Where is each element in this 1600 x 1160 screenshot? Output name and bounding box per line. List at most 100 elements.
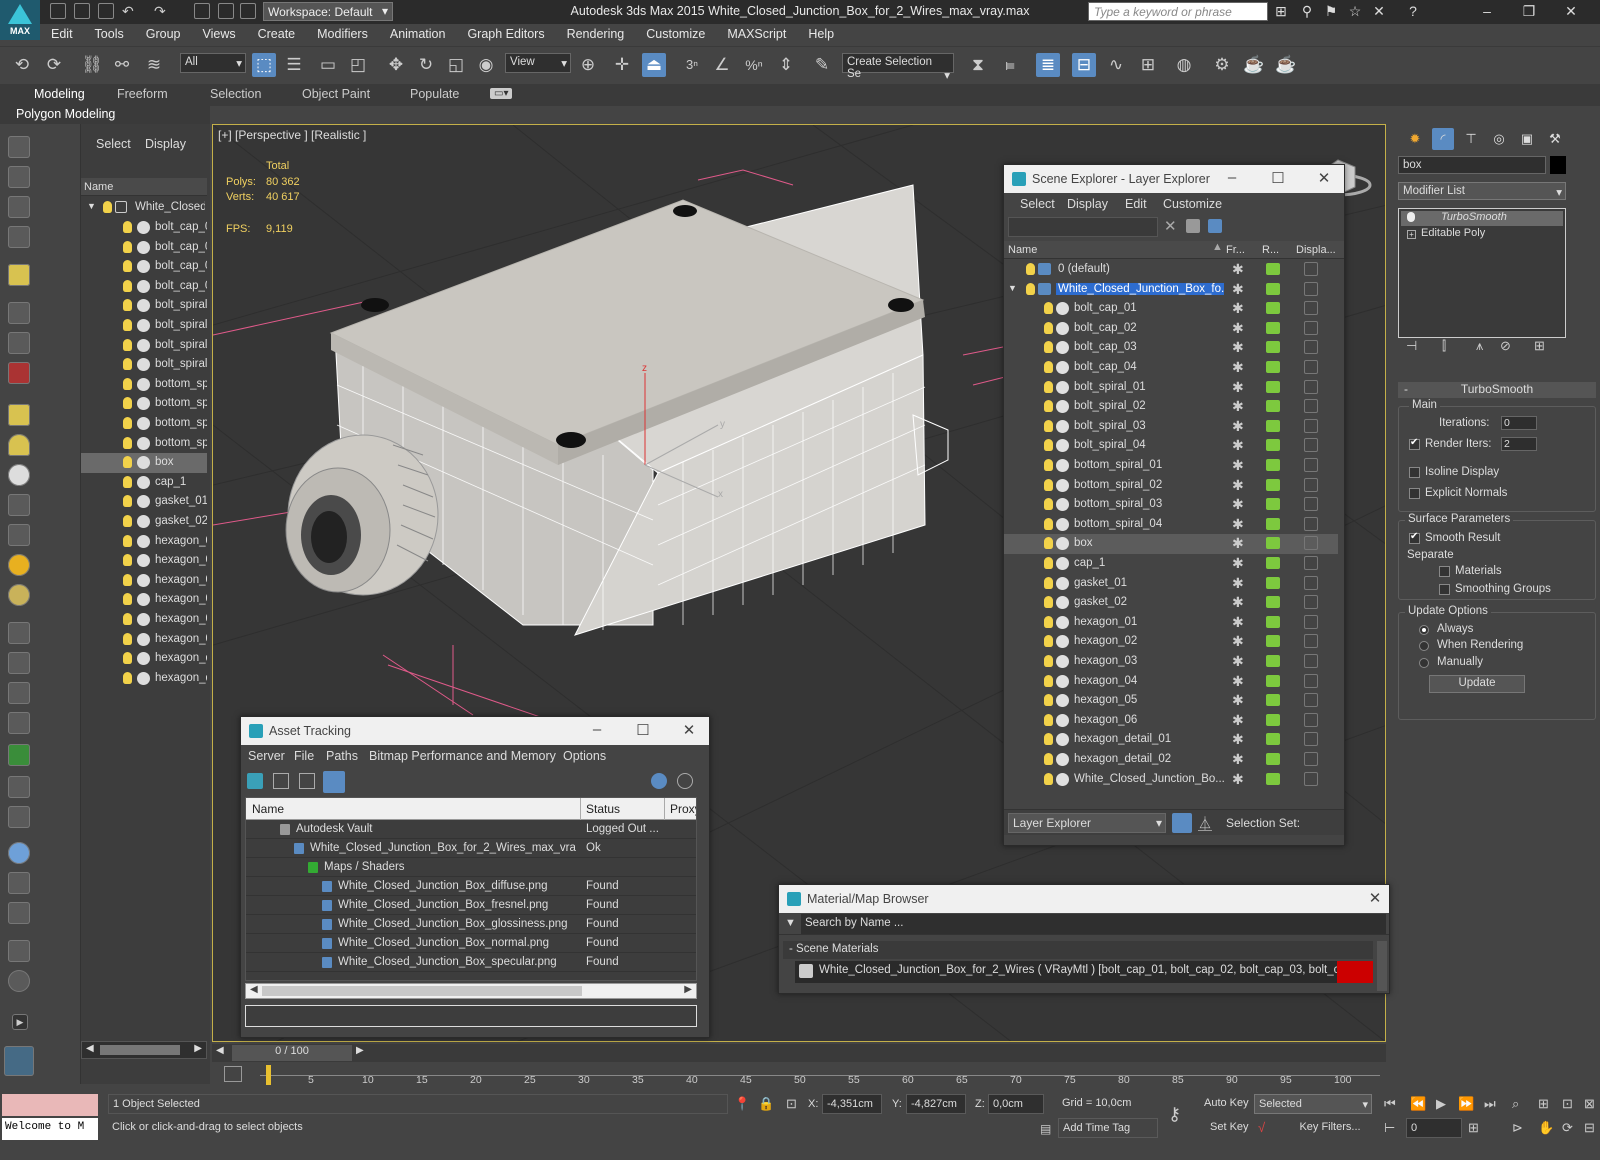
bulb-icon[interactable] bbox=[1044, 537, 1053, 550]
create-tab-icon[interactable]: ✹ bbox=[1404, 128, 1426, 150]
bulb-icon[interactable] bbox=[1044, 439, 1053, 452]
viewport-layout-icon[interactable] bbox=[4, 1046, 34, 1076]
se-menu-edit[interactable]: Edit bbox=[1125, 197, 1147, 211]
render-teapot-icon[interactable] bbox=[1266, 596, 1280, 609]
make-unique-icon[interactable]: ⩚ bbox=[1476, 338, 1483, 354]
bulb-icon[interactable] bbox=[1044, 478, 1053, 491]
freeze-icon[interactable]: ✱ bbox=[1232, 516, 1244, 533]
render-teapot-icon[interactable] bbox=[1266, 537, 1280, 550]
maximize-icon[interactable]: ☐ bbox=[1268, 169, 1288, 189]
freeze-icon[interactable]: ✱ bbox=[1232, 320, 1244, 337]
table-row[interactable]: White_Closed_Junction_Box_specular.png Fo… bbox=[246, 953, 696, 972]
object-row[interactable]: bottom_spiral_03 ✱ bbox=[1004, 495, 1338, 515]
rotate-icon[interactable]: ↻ bbox=[414, 53, 438, 77]
bulb-icon[interactable] bbox=[1044, 419, 1053, 432]
bind-spacewarp-icon[interactable]: ≋ bbox=[142, 53, 166, 77]
maxscript-listener-input[interactable]: Welcome to M bbox=[2, 1118, 98, 1140]
new-file-icon[interactable] bbox=[50, 3, 66, 19]
list-item[interactable]: hexagon_0 bbox=[81, 590, 207, 610]
scroll-right-icon[interactable]: ▶ bbox=[684, 984, 692, 995]
iterations-spinner[interactable]: 0 bbox=[1501, 416, 1537, 430]
material-search-input[interactable]: Search by Name ... bbox=[801, 914, 1386, 934]
bulb-icon[interactable] bbox=[123, 319, 132, 331]
table-row[interactable]: White_Closed_Junction_Box_for_2_Wires_ma… bbox=[246, 839, 696, 858]
help-icon[interactable] bbox=[8, 970, 30, 992]
bulb-icon[interactable] bbox=[103, 201, 112, 213]
object-row[interactable]: box ✱ bbox=[1004, 534, 1338, 555]
object-row[interactable]: hexagon_04 ✱ bbox=[1004, 672, 1338, 692]
when-rendering-radio[interactable] bbox=[1419, 641, 1429, 651]
menu-animation[interactable]: Animation bbox=[379, 24, 457, 44]
display-icon[interactable] bbox=[1304, 536, 1318, 551]
freeze-icon[interactable]: ✱ bbox=[1232, 281, 1244, 298]
freeze-icon[interactable]: ✱ bbox=[1232, 379, 1244, 396]
at-menu-server[interactable]: Server bbox=[248, 749, 285, 763]
goto-end-icon[interactable]: ⏭ bbox=[1484, 1096, 1496, 1112]
list-item[interactable]: hexagon_0 bbox=[81, 551, 207, 571]
display-icon[interactable] bbox=[1304, 360, 1318, 374]
bulb-icon[interactable] bbox=[1044, 459, 1053, 471]
bulb-icon[interactable] bbox=[1044, 576, 1053, 589]
bulb-icon[interactable] bbox=[1044, 615, 1053, 628]
close-icon[interactable]: ✕ bbox=[1365, 889, 1385, 909]
spacewarp-icon[interactable] bbox=[8, 712, 30, 734]
smoothing-groups-checkbox[interactable] bbox=[1439, 584, 1450, 595]
bulb-icon[interactable] bbox=[1044, 302, 1053, 315]
object-row[interactable]: gasket_02 ✱ bbox=[1004, 593, 1338, 613]
list-item[interactable]: bolt_cap_0 bbox=[81, 277, 207, 297]
asset-tracking-titlebar[interactable]: Asset Tracking – ☐ ✕ bbox=[241, 717, 709, 745]
object-row[interactable]: hexagon_03 ✱ bbox=[1004, 652, 1338, 672]
object-row[interactable]: bolt_cap_02 ✱ bbox=[1004, 319, 1338, 339]
open-file-icon[interactable] bbox=[74, 3, 90, 19]
freeze-icon[interactable]: ✱ bbox=[1232, 575, 1244, 592]
tab-freeform[interactable]: Freeform bbox=[117, 87, 168, 101]
manually-radio[interactable] bbox=[1419, 658, 1429, 668]
stack-item-editable-poly[interactable]: Editable Poly bbox=[1401, 227, 1563, 242]
bulb-icon[interactable] bbox=[123, 671, 132, 684]
clear-search-icon[interactable]: ✕ bbox=[1164, 217, 1177, 235]
display-icon[interactable] bbox=[1304, 340, 1318, 355]
maximize-viewport-icon[interactable]: ⊟ bbox=[1584, 1120, 1595, 1136]
material-editor-icon[interactable]: ◍ bbox=[1172, 53, 1196, 77]
object-row[interactable]: bolt_spiral_01 ✱ bbox=[1004, 378, 1338, 398]
z-coordinate-field[interactable]: 0,0cm bbox=[988, 1094, 1044, 1114]
unlink-icon[interactable]: ⚯ bbox=[110, 53, 134, 77]
utilities-tab-icon[interactable]: ⚒ bbox=[1544, 128, 1566, 150]
default-tangents-icon[interactable]: √ bbox=[1258, 1120, 1265, 1135]
display-icon[interactable] bbox=[1304, 614, 1318, 629]
bulb-icon[interactable] bbox=[1044, 361, 1053, 373]
render-teapot-icon[interactable] bbox=[1266, 772, 1280, 785]
render-teapot-icon[interactable] bbox=[1266, 655, 1280, 667]
se-col-renderable[interactable]: R... bbox=[1262, 244, 1279, 256]
object-row[interactable]: hexagon_06 ✱ bbox=[1004, 711, 1338, 731]
display-icon[interactable] bbox=[1304, 497, 1318, 512]
object-row[interactable]: bolt_cap_01 ✱ bbox=[1004, 299, 1338, 319]
freeze-icon[interactable]: ✱ bbox=[1232, 477, 1244, 494]
hierarchy-icon[interactable]: ⏅ bbox=[1198, 814, 1212, 834]
object-row[interactable]: gasket_01 ✱ bbox=[1004, 574, 1338, 594]
list-item[interactable]: bolt_spiral. bbox=[81, 316, 207, 336]
name-column-header[interactable]: Name bbox=[81, 178, 207, 196]
track-bar[interactable]: 5 10 15 20 25 30 35 40 45 50 55 60 65 70 75 80 85 90 95 100 bbox=[212, 1062, 1600, 1092]
list-view-icon[interactable] bbox=[273, 773, 289, 789]
display-icon[interactable] bbox=[1304, 262, 1318, 276]
bulb-icon[interactable] bbox=[123, 397, 132, 410]
display-icon[interactable] bbox=[1304, 556, 1318, 570]
helper-icon[interactable] bbox=[8, 682, 30, 704]
list-item[interactable]: bolt_spiral. bbox=[81, 296, 207, 316]
bulb-icon[interactable] bbox=[1044, 772, 1053, 785]
display-icon[interactable] bbox=[1304, 712, 1318, 727]
freeze-icon[interactable]: ✱ bbox=[1232, 418, 1244, 435]
remove-modifier-icon[interactable]: ⊘ bbox=[1500, 338, 1511, 354]
table-row[interactable]: White_Closed_Junction_Box_fresnel.png Fou… bbox=[246, 896, 696, 915]
column-divider[interactable] bbox=[580, 798, 581, 820]
pin-stack-icon[interactable]: ⊣ bbox=[1406, 338, 1417, 354]
refresh-icon[interactable] bbox=[247, 773, 263, 789]
render-teapot-icon[interactable] bbox=[1266, 733, 1280, 746]
object-row[interactable]: bolt_spiral_04 ✱ bbox=[1004, 436, 1338, 456]
at-menu-bitmap-performance[interactable]: Bitmap Performance and Memory bbox=[369, 749, 556, 763]
app-logo[interactable]: MAX bbox=[0, 0, 40, 40]
bulb-icon[interactable] bbox=[123, 613, 132, 625]
smooth-result-checkbox[interactable] bbox=[1409, 531, 1420, 544]
close-icon[interactable]: ✕ bbox=[1562, 3, 1580, 21]
